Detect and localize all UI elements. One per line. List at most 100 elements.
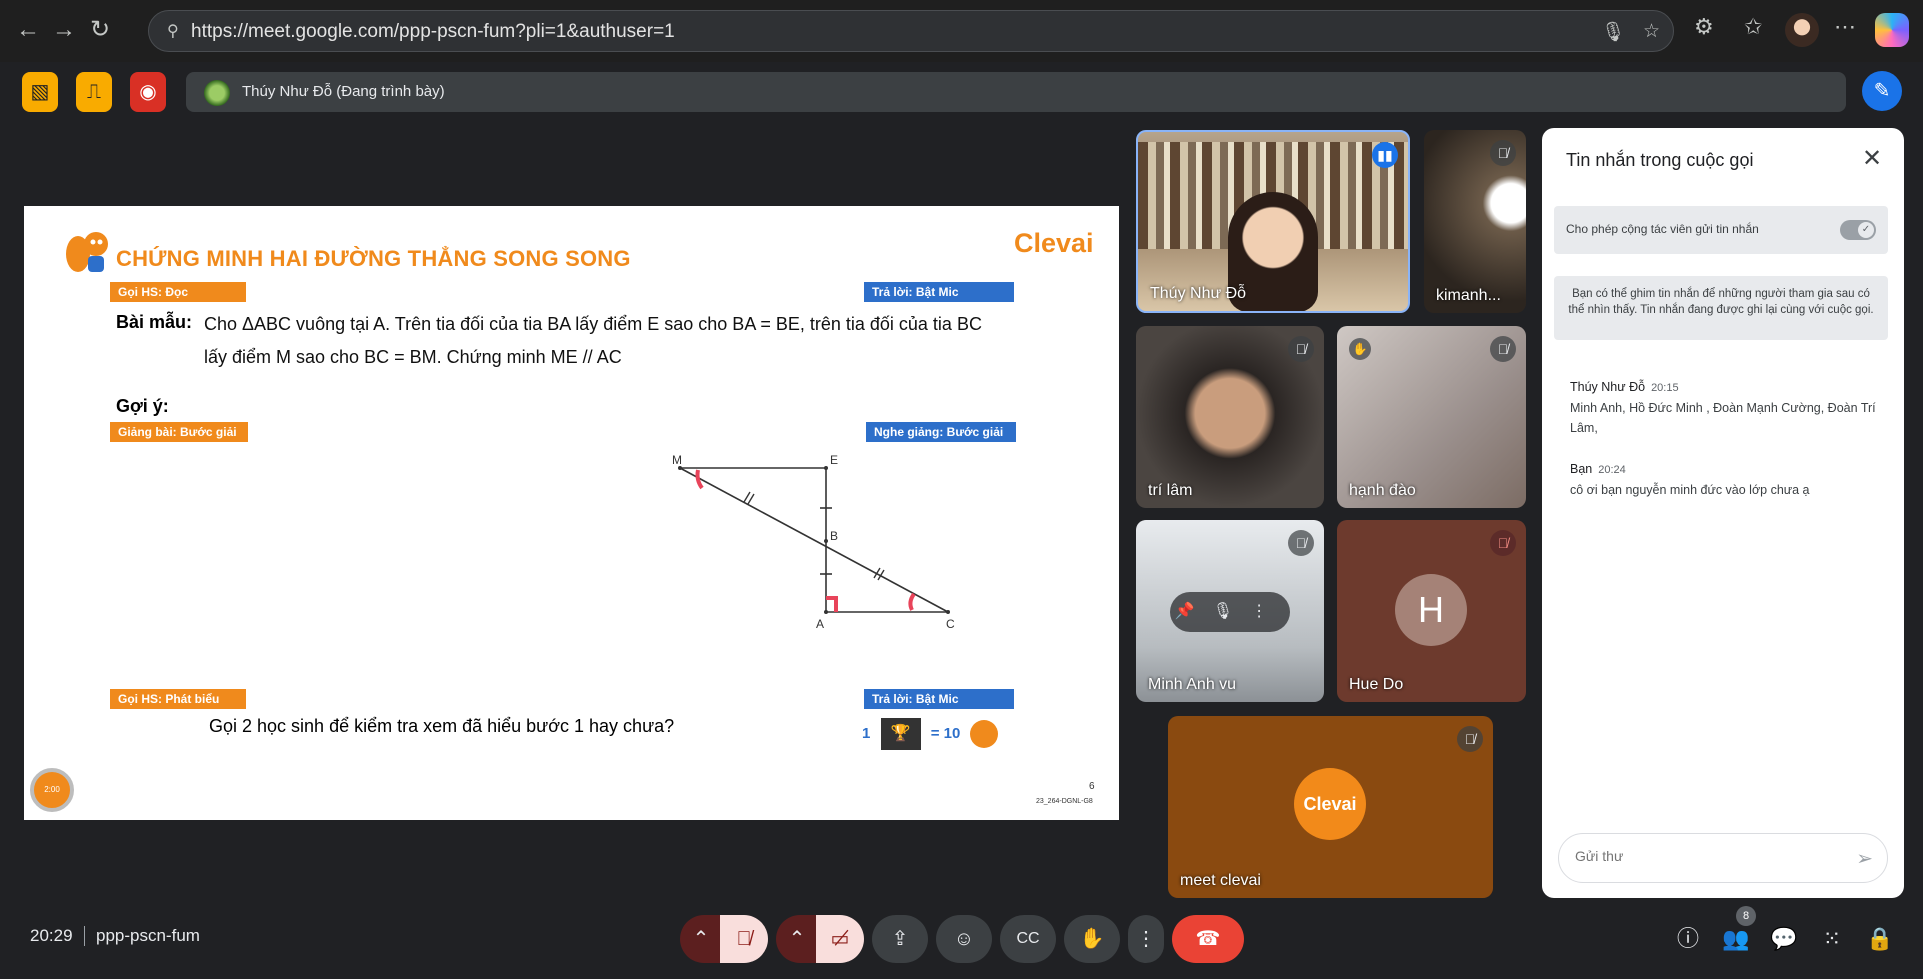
clevai-avatar: Clevai (1294, 768, 1366, 840)
squirrel-mascot-icon (66, 232, 108, 272)
divider (84, 926, 85, 946)
stop-presenting-icon[interactable]: ▧ (22, 72, 58, 112)
browser-toolbar: ← → ↻ ⚲ https://meet.google.com/ppp-pscn… (0, 0, 1923, 62)
extensions-icon[interactable]: ⚙ (1694, 14, 1714, 40)
avatar: H (1395, 574, 1467, 646)
host-controls-icon[interactable]: 🔒 (1864, 923, 1896, 955)
hint-label: Gợi ý: (116, 396, 169, 416)
reward-row: 1 🏆 = 10 (862, 718, 999, 750)
people-icon[interactable]: 👥 (1720, 923, 1752, 955)
tag-answer-1: Trả lời: Bật Mic (864, 282, 1014, 302)
presenter-bar: Thúy Như Đỗ (Đang trình bày) (186, 72, 1846, 112)
muted-icon: 🎙̸ (1288, 530, 1314, 556)
participant-tile-thuy[interactable]: ▮▮ Thúy Như Đỗ (1136, 130, 1410, 313)
site-info-icon[interactable]: ⚲ (167, 21, 185, 41)
url-text[interactable]: https://meet.google.com/ppp-pscn-fum?pli… (191, 21, 675, 43)
participant-name: Hue Do (1349, 676, 1404, 693)
participant-name: trí lâm (1148, 482, 1193, 499)
annotate-pen-icon[interactable]: ✎ (1862, 71, 1902, 111)
leave-call-button[interactable]: ☎ (1172, 915, 1244, 963)
participant-tile-hue-do[interactable]: H 🎙̸ Hue Do (1337, 520, 1526, 702)
trophy-icon: 🏆 (880, 718, 921, 750)
back-icon[interactable]: ← (10, 12, 46, 48)
slide-page-number: 6 (1089, 781, 1095, 792)
chat-compose: ➢ (1558, 833, 1888, 883)
sample-label: Bài mẫu: (116, 312, 193, 332)
muted-icon: 🎙̸ (1288, 336, 1314, 362)
clevai-logo: Clevai (1014, 228, 1094, 258)
present-screen-button[interactable]: ⇪ (872, 915, 928, 963)
participant-tile-meet-clevai[interactable]: Clevai 🎙̸ meet clevai (1168, 716, 1493, 898)
presentation-slide: CHỨNG MINH HAI ĐƯỜNG THẲNG SONG SONG Cle… (24, 206, 1119, 820)
chat-message-header: Bạn 20:24 (1570, 462, 1626, 476)
point-m-label: M (672, 453, 682, 467)
point-b-label: B (830, 529, 838, 543)
camera-off-button[interactable]: ▭̸ (816, 915, 864, 963)
check-icon: ✓ (1858, 222, 1874, 238)
presenter-label: Thúy Như Đỗ (Đang trình bày) (242, 83, 445, 100)
muted-icon: 🎙̸ (1457, 726, 1483, 752)
reward-count: 1 (862, 724, 871, 742)
chat-input[interactable] (1575, 848, 1845, 864)
sample-line-1: Cho ΔABC vuông tại A. Trên tia đối của t… (204, 314, 982, 334)
recording-icon[interactable]: ◉ (130, 72, 166, 112)
exit-presentation-icon[interactable]: ⎍ (76, 72, 112, 112)
message-sender: Thúy Như Đỗ (1570, 380, 1646, 394)
people-count-badge: 8 (1736, 906, 1756, 926)
meeting-info-icon[interactable]: ⓘ (1672, 923, 1704, 955)
tag-read: Gọi HS: Đọc (110, 282, 246, 302)
tag-answer-2: Trả lời: Bật Mic (864, 689, 1014, 709)
allow-messages-setting: Cho phép cộng tác viên gửi tin nhắn ✓ (1554, 206, 1888, 254)
point-c-label: C (946, 617, 955, 631)
reload-icon[interactable]: ↻ (82, 12, 118, 48)
allow-messages-toggle[interactable]: ✓ (1840, 220, 1876, 240)
more-options-button[interactable]: ⋮ (1128, 915, 1164, 963)
audio-options-button[interactable]: ⌃ (680, 915, 722, 963)
microphone-off-button[interactable]: 🎙̸ (720, 915, 768, 963)
slide-code: 23_264-DGNL-G8 (1036, 798, 1093, 805)
participant-tile-kimanh[interactable]: 🎙̸ kimanh... (1424, 130, 1526, 313)
tag-listen: Nghe giảng: Bước giải (866, 422, 1016, 442)
forward-icon[interactable]: → (46, 12, 82, 48)
reactions-button[interactable]: ☺ (936, 915, 992, 963)
address-bar[interactable]: ⚲ https://meet.google.com/ppp-pscn-fum?p… (148, 10, 1674, 52)
favorite-star-icon[interactable]: ☆ (1643, 20, 1660, 43)
copilot-icon[interactable] (1875, 13, 1909, 47)
participant-tile-minh-anh[interactable]: 📌🎙⋮ 🎙̸ Minh Anh vu (1136, 520, 1324, 702)
reaction-icon: ✋ (1349, 338, 1371, 360)
chat-message-text: Minh Anh, Hồ Đức Minh , Đoàn Mạnh Cường,… (1570, 401, 1876, 435)
chat-message-header: Thúy Như Đỗ 20:15 (1570, 380, 1679, 394)
message-time: 20:24 (1598, 464, 1626, 476)
presenter-avatar (204, 80, 230, 106)
tag-speak: Gọi HS: Phát biểu (110, 689, 246, 709)
profile-avatar[interactable] (1785, 13, 1819, 47)
geometry-diagram: M E B A C (672, 453, 955, 631)
more-menu-icon[interactable]: ⋯ (1834, 14, 1856, 40)
participant-name: hạnh đào (1349, 482, 1416, 499)
video-options-button[interactable]: ⌃ (776, 915, 818, 963)
chat-icon[interactable]: 💬 (1768, 923, 1800, 955)
participant-name: Thúy Như Đỗ (1150, 285, 1247, 302)
send-icon[interactable]: ➢ (1856, 846, 1873, 871)
raise-hand-button[interactable]: ✋ (1064, 915, 1120, 963)
participant-tile-hanh-dao[interactable]: ✋ 🎙̸ hạnh đào (1337, 326, 1526, 508)
favorites-icon[interactable]: ✩ (1744, 14, 1762, 40)
chat-title: Tin nhắn trong cuộc gọi (1566, 150, 1754, 170)
timer-badge: 2:00 (30, 768, 74, 812)
point-a-label: A (816, 617, 824, 631)
chat-message-text: cô ơi bạn nguyễn minh đức vào lớp chưa ạ (1570, 483, 1810, 497)
close-icon[interactable]: ✕ (1862, 144, 1882, 173)
participant-tile-tri-lam[interactable]: 🎙̸ trí lâm (1136, 326, 1324, 508)
reward-eq: = 10 (930, 724, 961, 742)
acorn-icon (970, 720, 999, 748)
chat-panel: Tin nhắn trong cuộc gọi ✕ Cho phép cộng … (1542, 128, 1904, 898)
tile-hover-controls[interactable]: 📌🎙⋮ (1170, 592, 1290, 632)
meeting-clock: 20:29 (30, 926, 73, 945)
sample-line-2: lấy điểm M sao cho BC = BM. Chứng minh M… (204, 347, 622, 367)
captions-button[interactable]: CC (1000, 915, 1056, 963)
activities-icon[interactable]: ⁙ (1816, 923, 1848, 955)
slide-title: CHỨNG MINH HAI ĐƯỜNG THẲNG SONG SONG (116, 246, 631, 271)
microphone-icon[interactable]: 🎙 (1601, 20, 1625, 44)
muted-icon: 🎙̸ (1490, 530, 1516, 556)
message-time: 20:15 (1651, 382, 1679, 394)
